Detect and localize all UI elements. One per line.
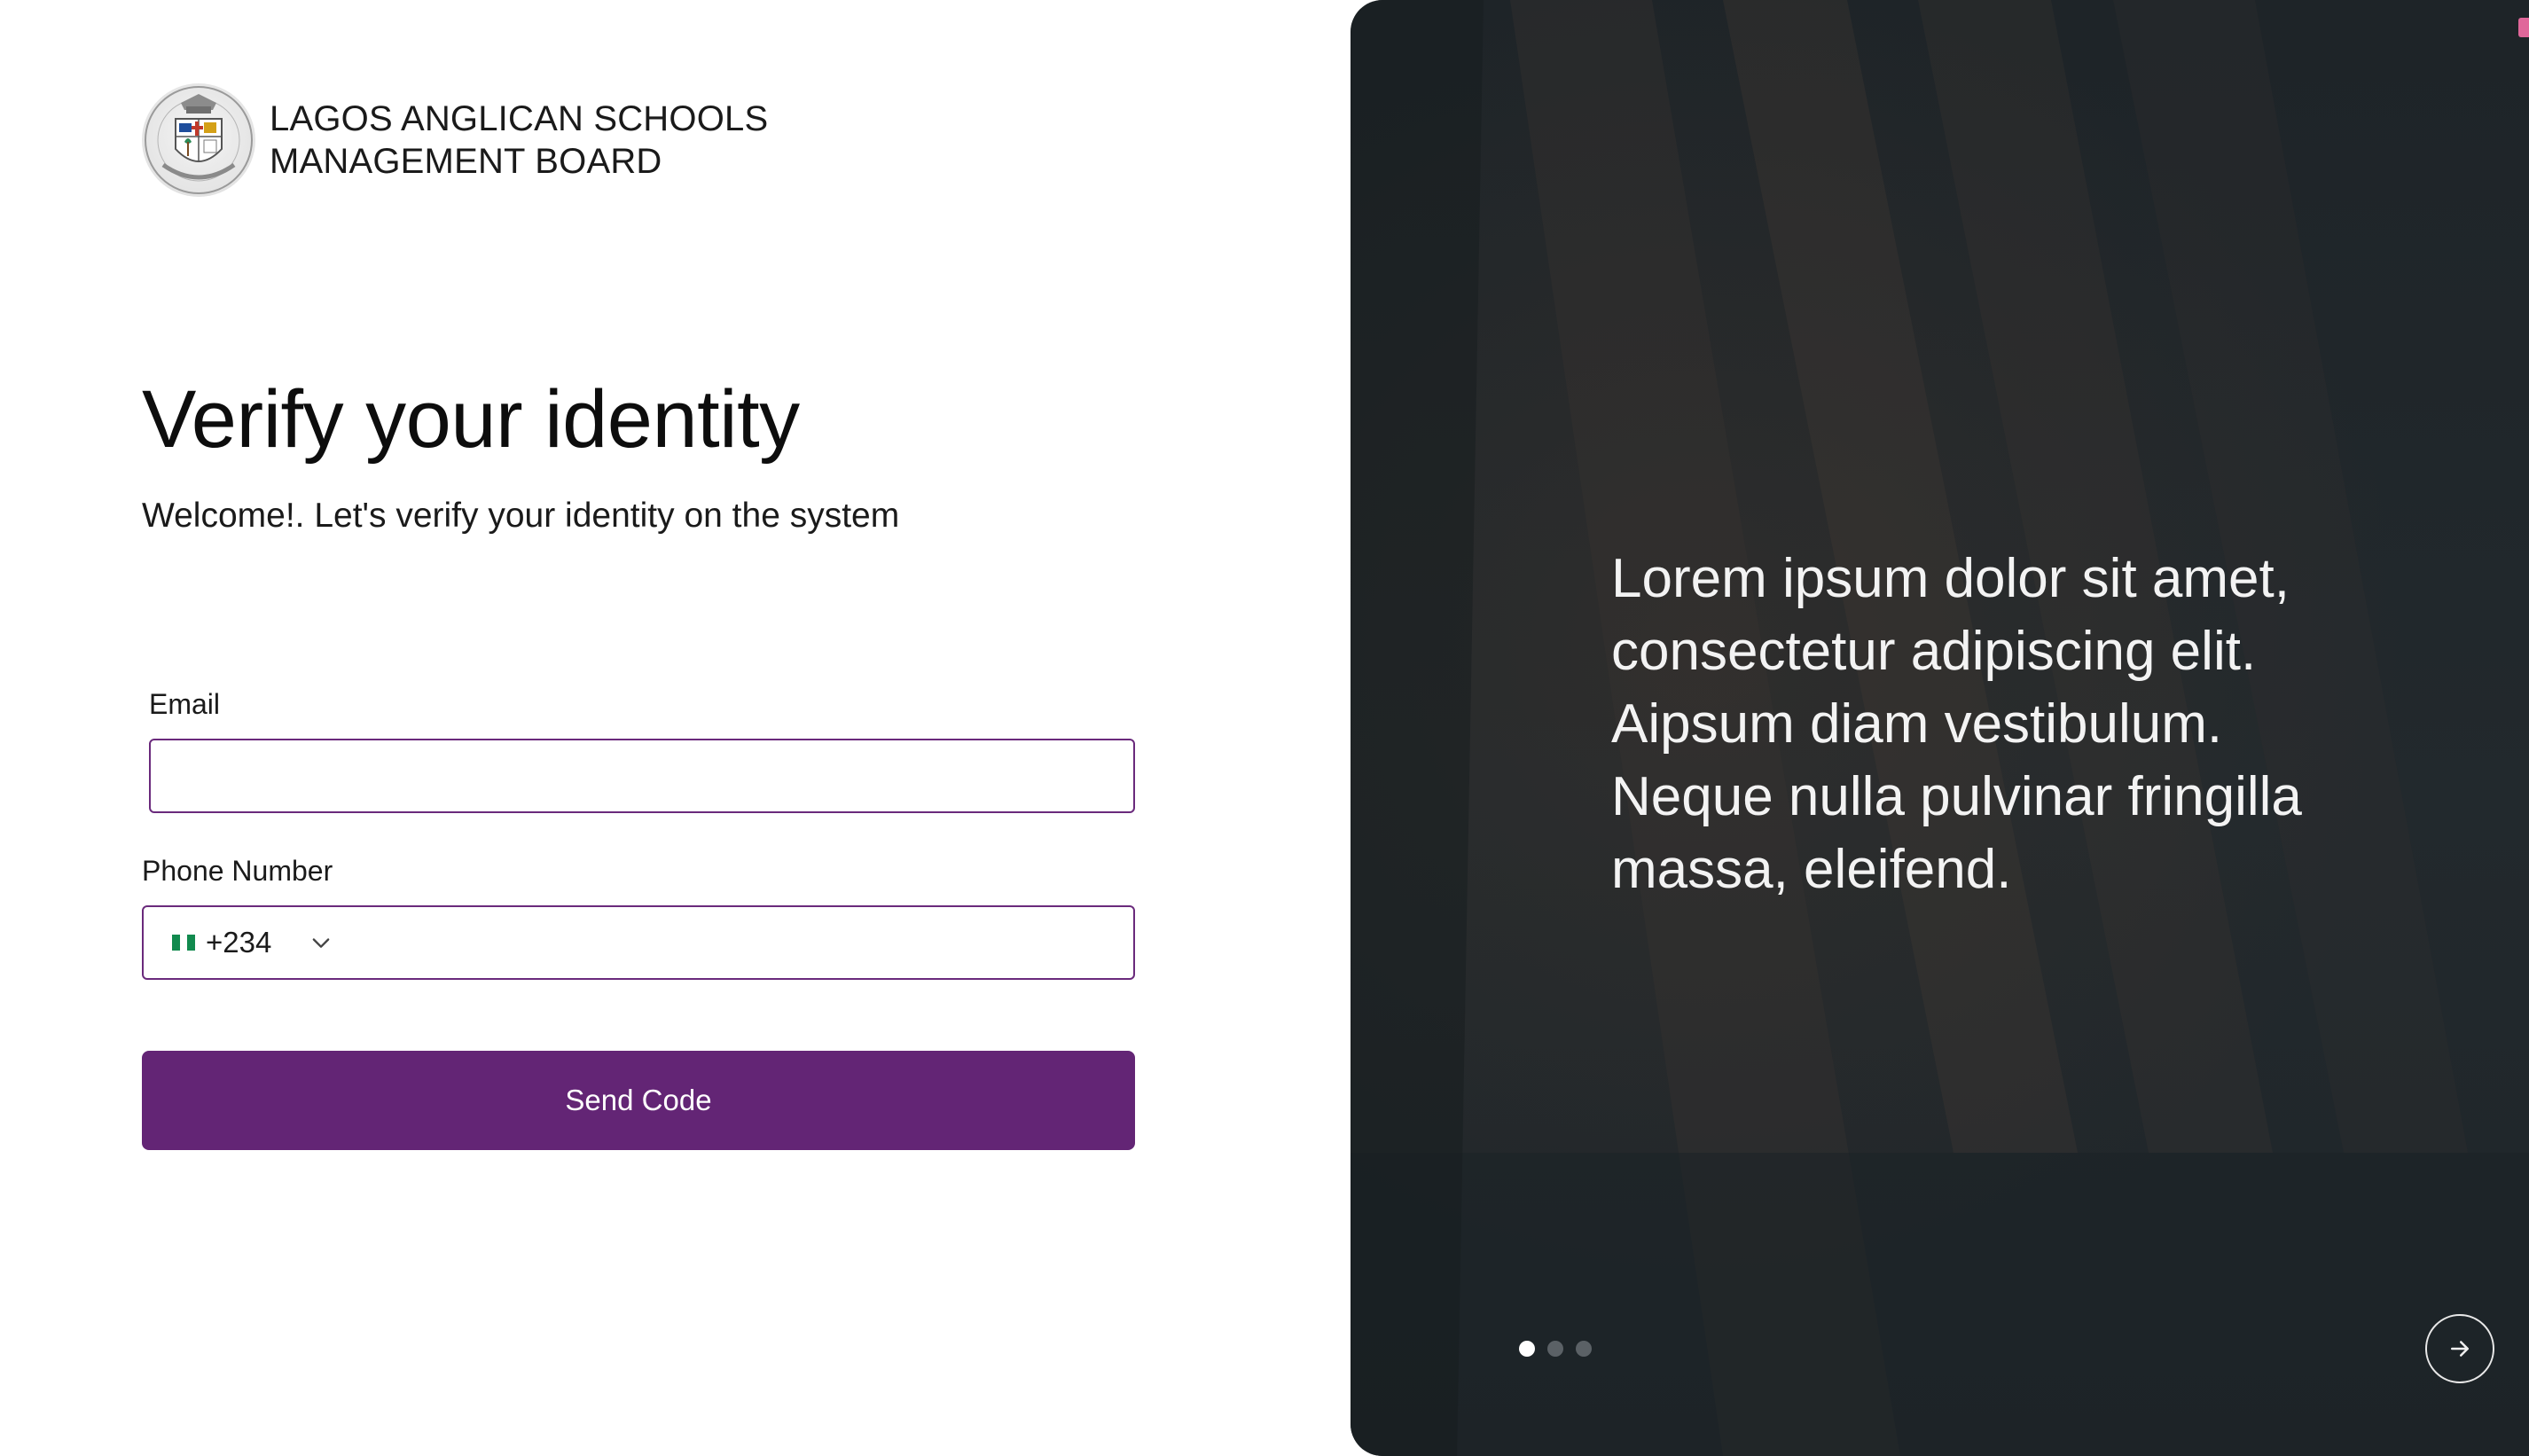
brand-name: LAGOS ANGLICAN SCHOOLS MANAGEMENT BOARD [270,98,768,183]
page-title: Verify your identity [142,374,800,465]
carousel-quote: Lorem ipsum dolor sit amet, consectetur … [1611,548,2302,900]
verify-identity-page: LAGOS ANGLICAN SCHOOLS MANAGEMENT BOARD … [0,0,2529,1456]
carousel-dot-1[interactable] [1519,1341,1535,1357]
phone-number-field[interactable]: +234 [142,905,1135,980]
carousel-dot-2[interactable] [1547,1341,1563,1357]
brand-name-line-1: LAGOS ANGLICAN SCHOOLS [270,99,769,138]
email-field[interactable] [149,739,1135,813]
chevron-down-icon [313,938,330,948]
country-dial-code: +234 [206,926,272,959]
brand-header: LAGOS ANGLICAN SCHOOLS MANAGEMENT BOARD [142,83,768,197]
carousel-indicators [1519,1341,1592,1357]
arrow-right-icon [2451,1341,2469,1357]
send-code-button[interactable]: Send Code [142,1051,1135,1150]
carousel-dot-3[interactable] [1576,1341,1592,1357]
nigeria-flag-icon [172,935,196,951]
phone-number-label: Phone Number [142,855,333,887]
carousel-panel: Lorem ipsum dolor sit amet, consectetur … [1351,0,2529,1456]
page-subtitle: Welcome!. Let's verify your identity on … [142,497,900,535]
school-crest-logo [142,83,255,197]
email-label: Email [149,688,221,720]
brand-name-line-2: MANAGEMENT BOARD [270,142,662,181]
corner-tag [2518,18,2529,37]
form-panel: LAGOS ANGLICAN SCHOOLS MANAGEMENT BOARD … [0,0,1351,1456]
country-code-select[interactable]: +234 [172,907,333,978]
carousel-next-button[interactable] [2425,1314,2494,1383]
